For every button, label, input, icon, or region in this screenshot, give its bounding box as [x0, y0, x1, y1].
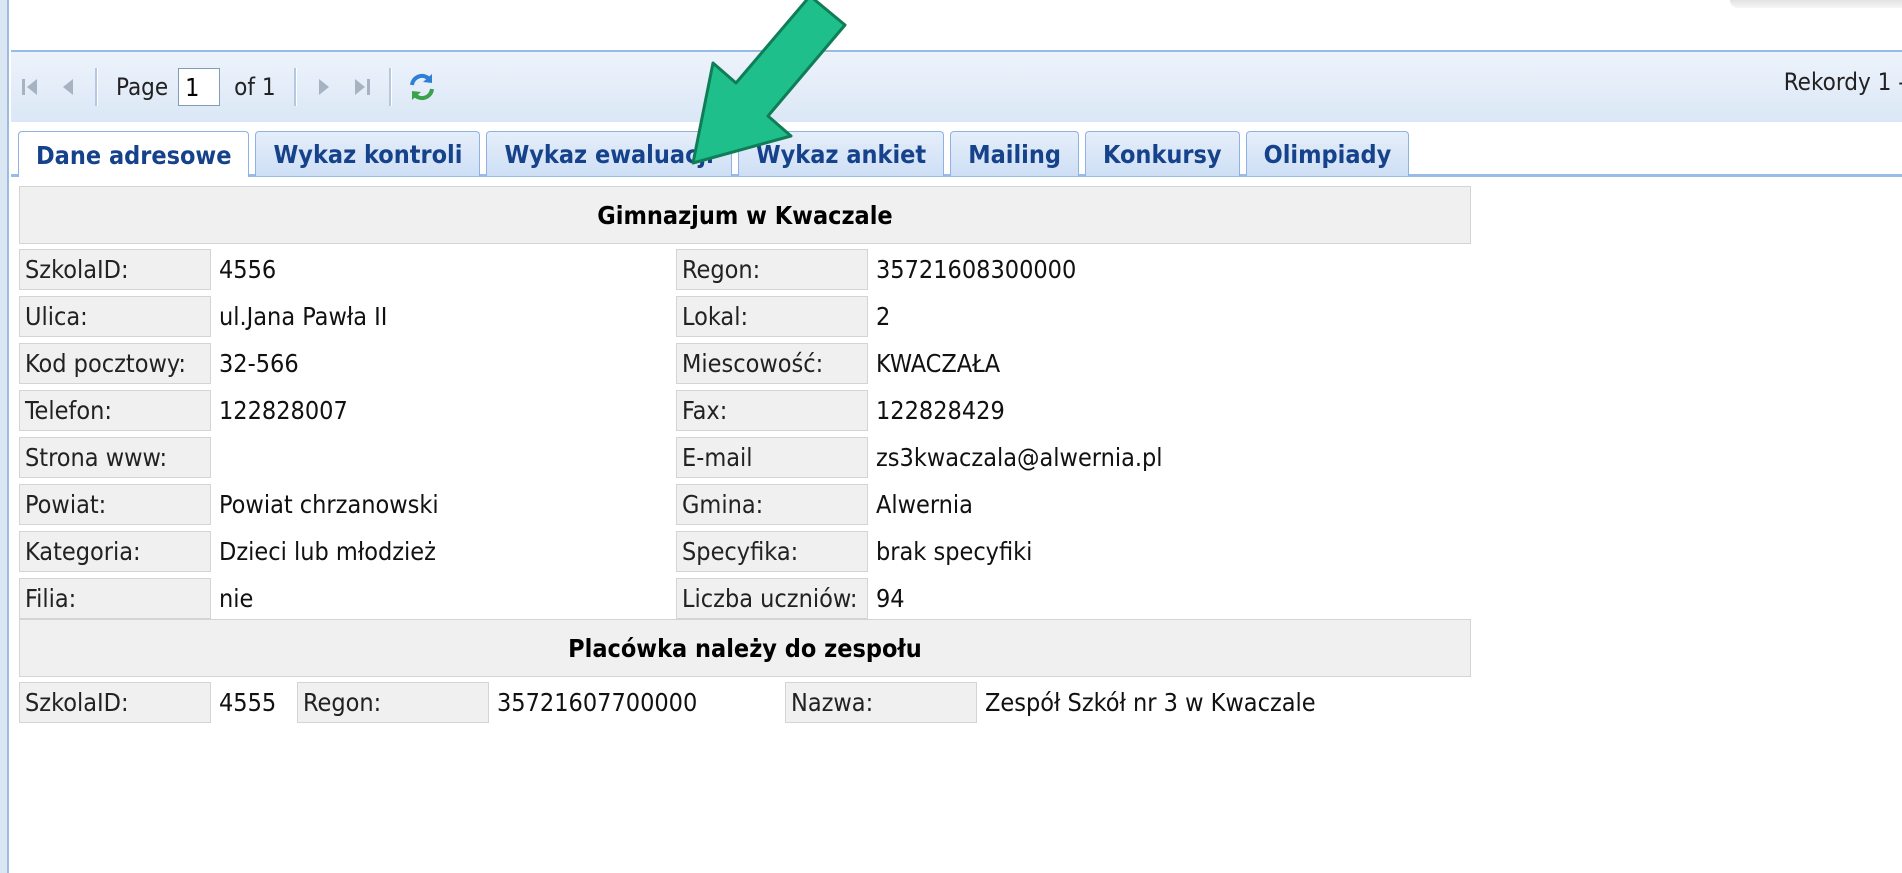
tab-konkursy[interactable]: Konkursy — [1084, 131, 1240, 176]
tab-dane-adresowe[interactable]: Dane adresowe — [18, 131, 250, 178]
field-label: Kategoria: — [19, 531, 211, 572]
page-label: Page — [116, 73, 169, 101]
prev-page-icon[interactable] — [49, 67, 87, 107]
page-count-label: of 1 — [234, 73, 276, 101]
field-label: Powiat: — [19, 484, 211, 525]
field-label: Fax: — [676, 390, 868, 431]
field-value: nie — [219, 584, 254, 613]
first-page-icon[interactable] — [11, 67, 49, 107]
tab-wykaz-kontroli[interactable]: Wykaz kontroli — [255, 131, 481, 176]
field-label: Ulica: — [19, 296, 211, 337]
group-regon-value: 35721607700000 — [497, 688, 698, 717]
group-section-title: Placówka należy do zespołu — [19, 619, 1471, 677]
field-label: Specyfika: — [676, 531, 868, 572]
field-value: KWACZAŁA — [876, 349, 1001, 378]
next-page-icon[interactable] — [305, 67, 343, 107]
field-value: 32-566 — [219, 349, 299, 378]
field-label: Telefon: — [19, 390, 211, 431]
tab-wykaz-ewaluacji[interactable]: Wykaz ewaluacji — [486, 131, 732, 176]
field-value: ul.Jana Pawła II — [219, 302, 388, 331]
records-count: Rekordy 1 - — [1783, 68, 1902, 96]
left-border — [0, 0, 9, 873]
field-label: SzkolaID: — [19, 249, 211, 290]
field-label: E-mail — [676, 437, 868, 478]
toolbar-separator — [293, 68, 297, 106]
field-value: 122828429 — [876, 396, 1005, 425]
school-details-panel: Gimnazjum w Kwaczale SzkolaID: 4556 Regon:… — [11, 177, 1902, 873]
field-value: Dzieci lub młodzież — [219, 537, 436, 566]
group-id-label: SzkolaID: — [19, 682, 211, 723]
toolbar-separator — [95, 68, 98, 106]
toolbar-separator — [388, 68, 392, 106]
group-name-label: Nazwa: — [785, 682, 977, 723]
field-label: Strona www: — [19, 437, 211, 478]
field-value: 4556 — [219, 255, 277, 284]
field-value: brak specyfiki — [876, 537, 1033, 566]
refresh-icon[interactable] — [400, 67, 444, 107]
field-label: Miescowość: — [676, 343, 868, 384]
tab-mailing[interactable]: Mailing — [950, 131, 1079, 176]
field-label: Regon: — [676, 249, 868, 290]
field-value: 122828007 — [219, 396, 348, 425]
tab-strip: Dane adresowe Wykaz kontroli Wykaz ewaluac… — [11, 122, 1902, 178]
field-value: Alwernia — [876, 490, 973, 519]
tab-wykaz-ankiet[interactable]: Wykaz ankiet — [737, 131, 945, 176]
field-value: 2 — [876, 302, 891, 331]
top-shadow — [1730, 0, 1902, 8]
last-page-icon[interactable] — [343, 67, 381, 107]
group-name-value: Zespół Szkół nr 3 w Kwaczale — [985, 688, 1316, 717]
field-value: zs3kwaczala@alwernia.pl — [876, 443, 1163, 472]
group-id-value: 4555 — [219, 688, 277, 717]
field-label: Kod pocztowy: — [19, 343, 211, 384]
field-label: Lokal: — [676, 296, 868, 337]
field-label: Liczba uczniów: — [676, 578, 868, 619]
field-value: Powiat chrzanowski — [219, 490, 439, 519]
school-title: Gimnazjum w Kwaczale — [19, 186, 1471, 244]
paging-toolbar: Page of 1 Rekordy 1 - — [11, 50, 1902, 122]
tab-olimpiady[interactable]: Olimpiady — [1245, 131, 1410, 176]
group-regon-label: Regon: — [297, 682, 489, 723]
field-value: 35721608300000 — [876, 255, 1077, 284]
field-value: 94 — [876, 584, 905, 613]
field-label: Filia: — [19, 578, 211, 619]
field-label: Gmina: — [676, 484, 868, 525]
page-number-input[interactable] — [178, 68, 221, 106]
field-value — [215, 437, 655, 478]
